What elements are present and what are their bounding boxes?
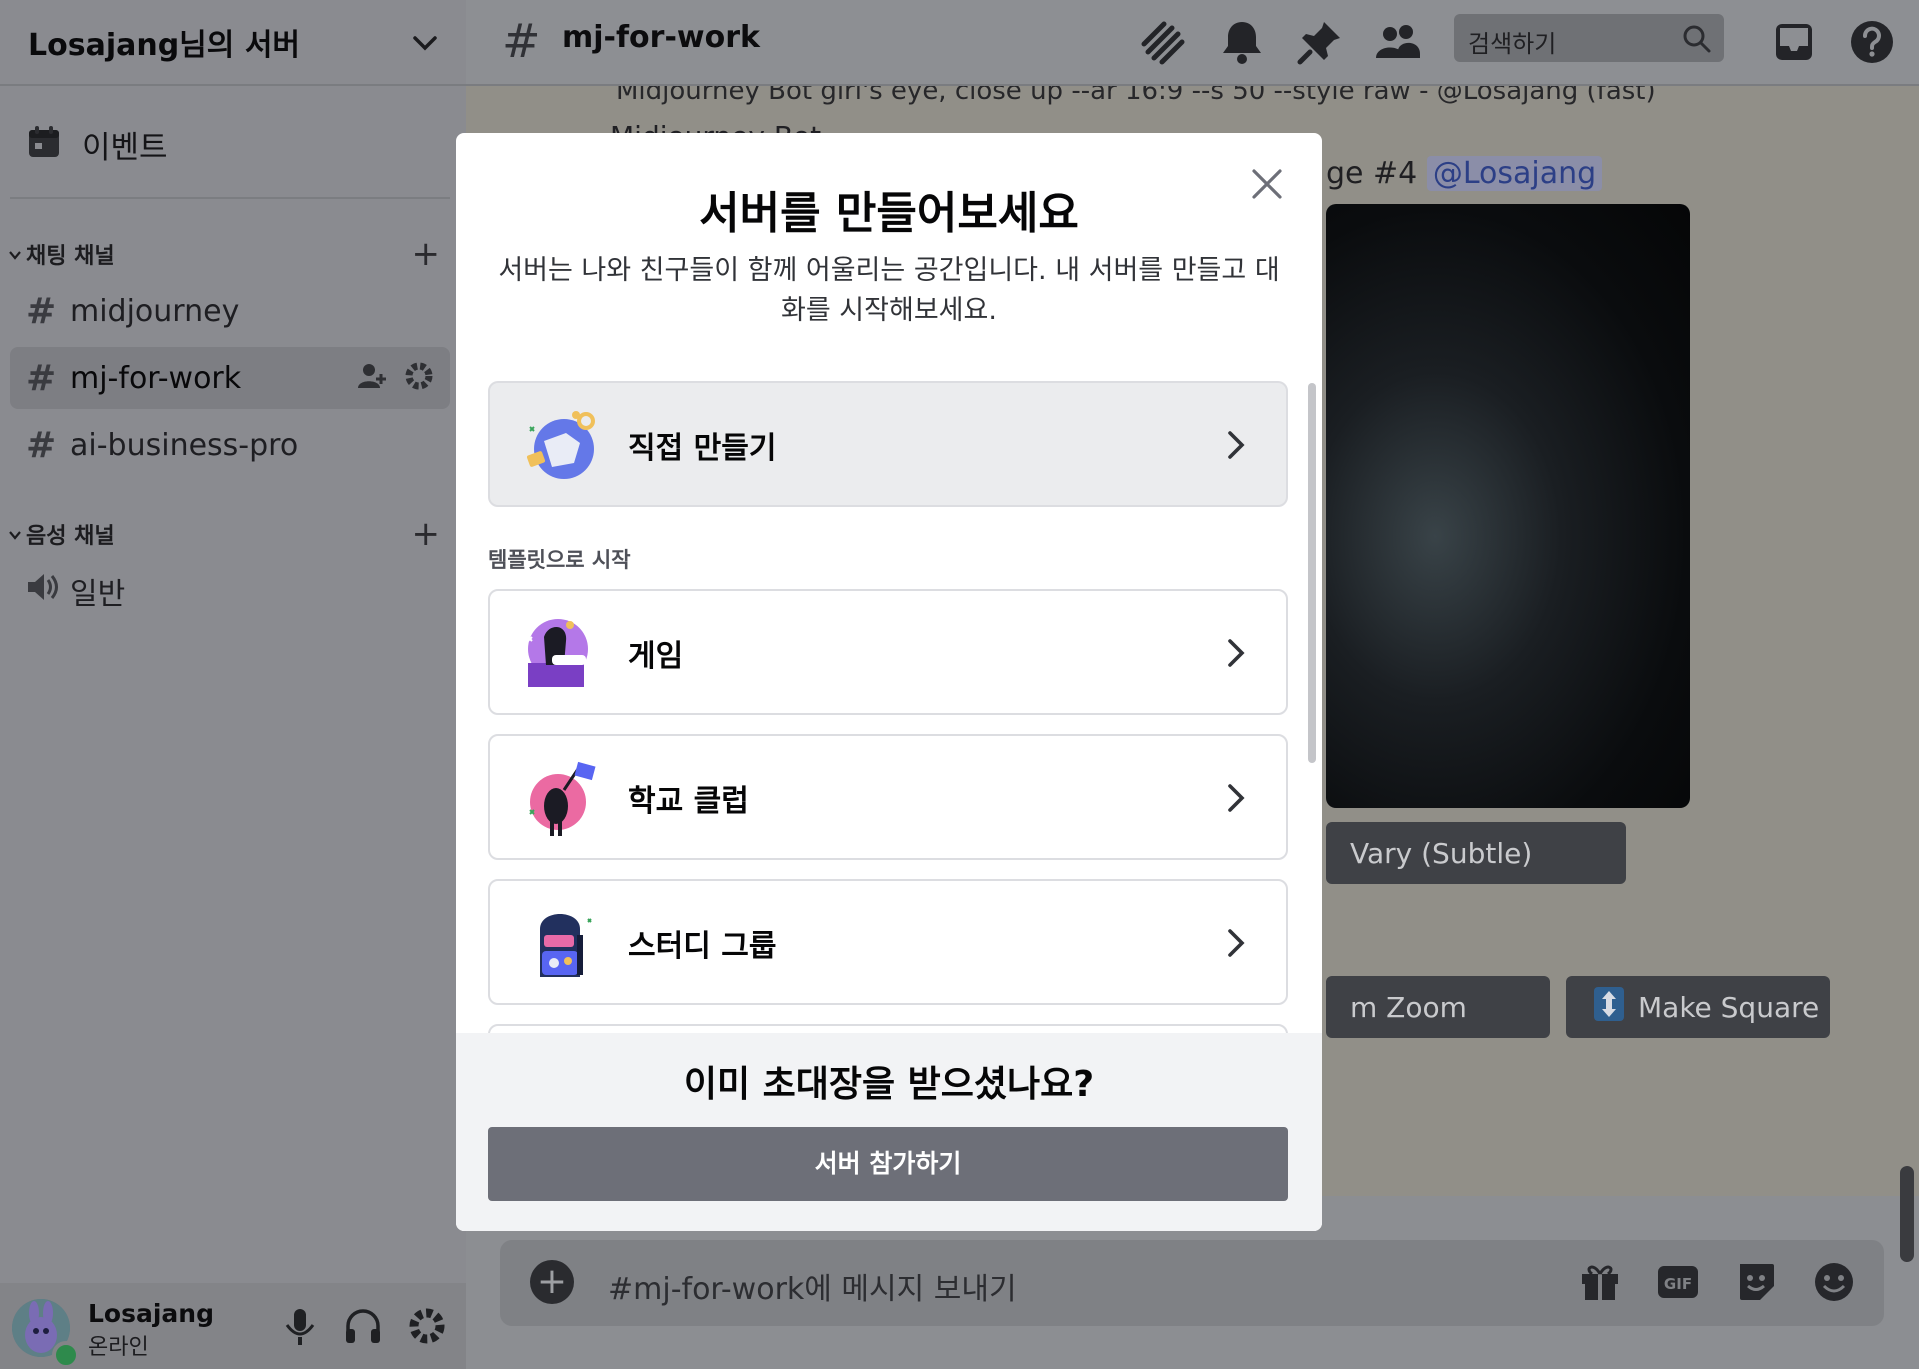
school-club-template-icon [522, 760, 602, 840]
generated-image[interactable] [1326, 204, 1690, 808]
chevron-right-icon [1226, 637, 1246, 673]
gaming-template-icon [522, 615, 602, 695]
chat-scrollbar[interactable] [1900, 1166, 1914, 1262]
emoji-icon[interactable] [1812, 1260, 1856, 1308]
hashtag-locked-icon: # [26, 424, 57, 466]
channel-name: mj-for-work [70, 360, 242, 396]
speaker-icon [26, 571, 70, 612]
online-status-dot [52, 1341, 80, 1369]
server-name: Losajang님의 서버 [28, 28, 301, 63]
message-text: ge #4 @Losajang [1326, 156, 1603, 191]
headphones-icon[interactable] [344, 1307, 382, 1351]
template-label: 게임 [628, 639, 684, 674]
zoom-label: m Zoom [1350, 990, 1467, 1024]
user-status: 온라인 [88, 1335, 149, 1360]
user-panel: Losajang 온라인 [0, 1283, 466, 1369]
add-channel-icon[interactable]: + [412, 517, 441, 551]
create-my-own-option[interactable]: 직접 만들기 [488, 381, 1288, 507]
svg-text:GIF: GIF [1664, 1275, 1692, 1293]
template-option-gaming[interactable]: 게임 [488, 589, 1288, 715]
template-option-study-group[interactable]: 스터디 그룹 [488, 879, 1288, 1005]
template-option-school-club[interactable]: 학교 클럽 [488, 734, 1288, 860]
help-icon[interactable] [1848, 18, 1896, 66]
template-label: 스터디 그룹 [628, 929, 777, 964]
add-attachment-button[interactable]: + [530, 1260, 574, 1304]
channel-item-midjourney[interactable]: # midjourney [10, 280, 450, 342]
threads-icon[interactable] [1138, 18, 1186, 66]
globe-create-icon [522, 407, 602, 487]
search-placeholder: 검색하기 [1468, 30, 1557, 58]
make-square-label: Make Square [1638, 990, 1820, 1024]
sticker-icon[interactable] [1734, 1260, 1778, 1308]
microphone-icon[interactable] [282, 1307, 318, 1351]
user-settings-gear-icon[interactable] [408, 1307, 446, 1351]
voice-channel-item-general[interactable]: 일반 [10, 560, 450, 622]
category-label: 채팅 채널 [26, 244, 115, 269]
message-composer[interactable]: + #mj-for-work에 메시지 보내기 GIF [500, 1240, 1884, 1326]
search-input[interactable]: 검색하기 [1454, 14, 1724, 62]
server-header[interactable]: Losajang님의 서버 [0, 0, 466, 86]
modal-scrollbar[interactable] [1308, 383, 1316, 763]
events-label: 이벤트 [82, 129, 168, 166]
user-mention[interactable]: @Losajang [1426, 156, 1603, 191]
hashtag-icon: # [26, 290, 57, 332]
gear-icon[interactable] [404, 361, 434, 395]
inbox-icon[interactable] [1770, 18, 1818, 66]
vary-subtle-label: Vary (Subtle) [1350, 836, 1533, 870]
member-list-icon[interactable] [1374, 18, 1422, 66]
category-label: 음성 채널 [26, 524, 115, 549]
create-server-modal: 서버를 만들어보세요 서버는 나와 친구들이 함께 어울리는 공간입니다. 내 … [456, 133, 1322, 1231]
channel-name: 일반 [70, 577, 126, 612]
caret-down-icon [4, 245, 26, 264]
zoom-button[interactable]: m Zoom [1326, 976, 1550, 1038]
text-channel-category[interactable]: 채팅 채널 + [4, 236, 444, 272]
template-section-label: 템플릿으로 시작 [488, 548, 631, 572]
invite-prompt: 이미 초대장을 받으셨나요? [683, 1064, 1095, 1105]
modal-subtitle: 서버는 나와 친구들이 함께 어울리는 공간입니다. 내 서버를 만들고 대화를… [498, 255, 1280, 326]
add-channel-icon[interactable]: + [412, 237, 441, 271]
message-text-prefix: ge #4 [1326, 156, 1418, 191]
message-reply-line: Midjourney Bot girl's eye, close up --ar… [616, 86, 1656, 106]
calendar-icon [26, 124, 62, 164]
hashtag-locked-icon: # [502, 14, 541, 68]
backpack-icon [522, 905, 602, 985]
pin-icon[interactable] [1296, 18, 1344, 66]
make-square-button[interactable]: Make Square [1566, 976, 1830, 1038]
modal-footer: 이미 초대장을 받으셨나요? 서버 참가하기 [456, 1033, 1322, 1231]
channel-item-mj-for-work[interactable]: # mj-for-work [10, 347, 450, 409]
channel-title: mj-for-work [562, 20, 760, 55]
discord-app: Losajang님의 서버 이벤트 채팅 채널 + # midjourney # [0, 0, 1919, 1369]
channel-item-ai-business-pro[interactable]: # ai-business-pro [10, 414, 450, 476]
composer-placeholder: #mj-for-work에 메시지 보내기 [608, 1272, 1017, 1307]
channel-header: # mj-for-work 검색하기 [466, 0, 1919, 86]
user-name: Losajang [88, 1299, 214, 1328]
sidebar-divider [10, 197, 450, 199]
caret-down-icon [4, 525, 26, 544]
chevron-right-icon [1226, 927, 1246, 963]
invite-people-icon[interactable] [358, 362, 388, 394]
hashtag-locked-icon: # [26, 357, 57, 399]
chevron-right-icon [1226, 782, 1246, 818]
notification-bell-icon[interactable] [1218, 18, 1266, 66]
chevron-right-icon [1226, 429, 1246, 465]
gift-icon[interactable] [1578, 1260, 1622, 1308]
vary-subtle-button[interactable]: Vary (Subtle) [1326, 822, 1626, 884]
create-my-own-label: 직접 만들기 [628, 431, 777, 466]
channel-name: ai-business-pro [70, 427, 299, 463]
events-item[interactable]: 이벤트 [26, 118, 168, 170]
search-icon [1682, 24, 1712, 58]
make-square-icon [1594, 986, 1624, 1028]
gif-icon[interactable]: GIF [1656, 1260, 1700, 1308]
join-server-button[interactable]: 서버 참가하기 [488, 1127, 1288, 1201]
template-label: 학교 클럽 [628, 784, 749, 819]
channel-name: midjourney [70, 293, 240, 329]
voice-channel-category[interactable]: 음성 채널 + [4, 516, 444, 552]
channel-sidebar: Losajang님의 서버 이벤트 채팅 채널 + # midjourney # [0, 0, 466, 1369]
modal-title: 서버를 만들어보세요 [699, 188, 1079, 239]
chevron-down-icon[interactable] [412, 26, 438, 59]
